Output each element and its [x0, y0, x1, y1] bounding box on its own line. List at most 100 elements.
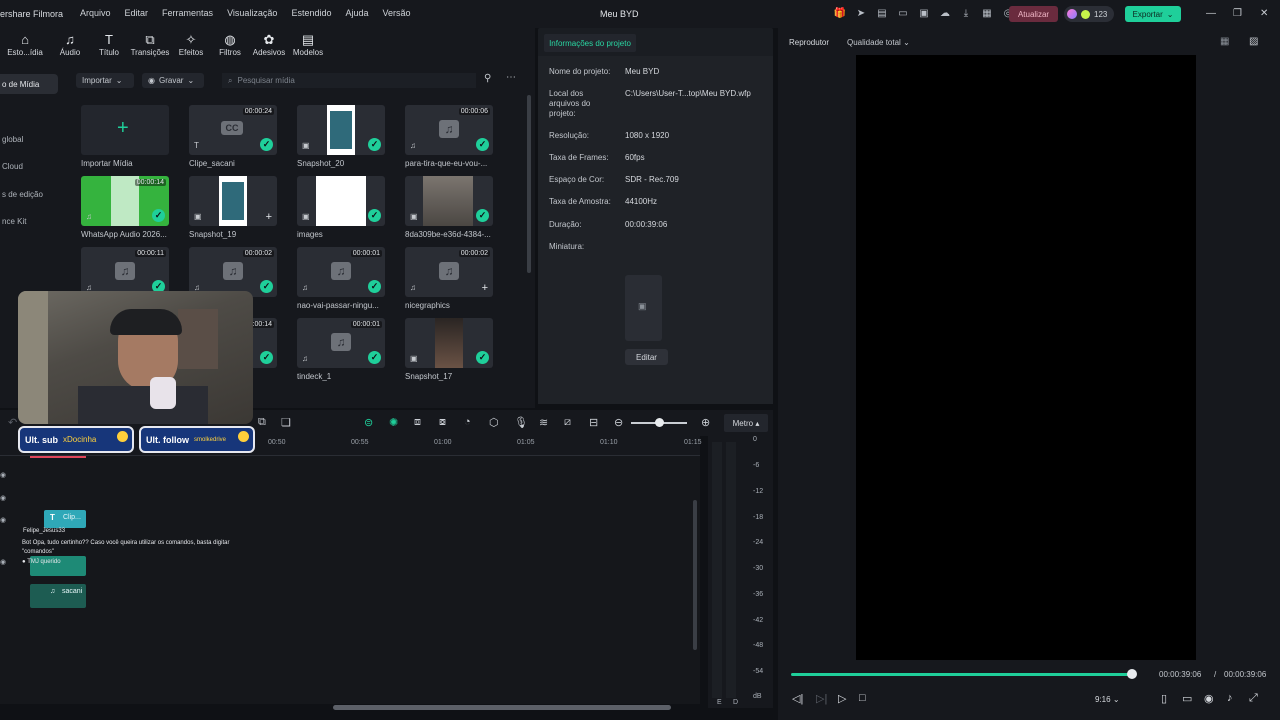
- update-button[interactable]: Atualizar: [1009, 6, 1058, 22]
- add-icon[interactable]: +: [266, 211, 272, 223]
- speed-icon[interactable]: ◔: [464, 416, 471, 428]
- snapshot-image: [222, 182, 244, 220]
- filter-icon: ◍: [224, 32, 236, 47]
- close-icon[interactable]: ✕: [1260, 8, 1268, 19]
- media-item-label: nao-vai-passar-ningu...: [297, 301, 379, 310]
- image-icon: ▣: [410, 212, 418, 221]
- prev-frame-icon[interactable]: ◁|: [792, 692, 803, 705]
- maximize-icon[interactable]: ❐: [1233, 8, 1242, 19]
- stop-icon[interactable]: □: [859, 692, 866, 704]
- tool-templates[interactable]: ▤ Modelos: [286, 32, 330, 57]
- tool-stickers[interactable]: ✿ Adesivos: [247, 32, 291, 57]
- replace-icon[interactable]: ⧄: [564, 416, 571, 429]
- next-frame-icon[interactable]: ▷|: [816, 692, 827, 705]
- menu-visualizacao[interactable]: Visualização: [227, 8, 277, 18]
- layout-icon[interactable]: ▭: [897, 7, 909, 19]
- edit-thumbnail-button[interactable]: Editar: [625, 349, 668, 365]
- crop-icon[interactable]: ⧉: [258, 416, 266, 429]
- split-icon[interactable]: ⊟: [589, 416, 598, 429]
- check-icon: ✓: [476, 138, 489, 151]
- ai-toggle-icon[interactable]: ⊜: [364, 416, 373, 429]
- webcam-cup: [150, 377, 176, 409]
- tab-project-info[interactable]: Informações do projeto: [544, 34, 636, 52]
- gift-icon[interactable]: 🎁: [834, 7, 846, 19]
- sidebar-item-media[interactable]: o de Mídia: [0, 74, 58, 94]
- tool-audio[interactable]: ♫ Áudio: [48, 32, 92, 57]
- check-icon: ✓: [368, 351, 381, 364]
- menu-editar[interactable]: Editar: [125, 8, 149, 18]
- sidebar-item-kit[interactable]: nce Kit: [0, 211, 58, 231]
- audio-clip[interactable]: ♫ sacani: [30, 584, 86, 608]
- render-icon[interactable]: ⧇: [439, 416, 446, 429]
- tool-media[interactable]: ⌂ Esto...ídia: [3, 32, 47, 57]
- display-icon[interactable]: ▭: [1182, 692, 1192, 705]
- minimize-icon[interactable]: —: [1206, 8, 1216, 19]
- snap-icon[interactable]: ✺: [389, 416, 398, 429]
- subtitle-icon[interactable]: ≋: [539, 416, 548, 429]
- menu-estendido[interactable]: Estendido: [291, 8, 331, 18]
- meter-tick: -18: [753, 514, 764, 521]
- timeline-hscroll[interactable]: [333, 705, 671, 710]
- playhead[interactable]: [30, 456, 86, 458]
- zoom-in-icon[interactable]: ⊕: [701, 416, 710, 429]
- eye-icon[interactable]: ◉: [0, 494, 6, 502]
- tool-label: Adesivos: [252, 48, 286, 57]
- white-image: [316, 176, 366, 226]
- media-scrollbar[interactable]: [527, 95, 531, 273]
- eye-icon[interactable]: ◉: [0, 516, 6, 524]
- sidebar-item-cloud[interactable]: Cloud: [0, 156, 58, 176]
- mic-icon[interactable]: 🎙: [514, 416, 528, 429]
- zoom-knob[interactable]: [655, 418, 664, 427]
- title-clip[interactable]: T Clip...: [44, 510, 86, 528]
- zoom-out-icon[interactable]: ⊖: [614, 416, 623, 429]
- auto-icon[interactable]: ⧈: [414, 416, 421, 429]
- download-icon[interactable]: ⤓: [960, 7, 972, 19]
- tool-transitions[interactable]: ⧉ Transições: [128, 32, 172, 57]
- mark-icon[interactable]: ▯: [1161, 692, 1167, 705]
- apps-icon[interactable]: ▦: [981, 7, 993, 19]
- copy-icon[interactable]: ❏: [281, 416, 291, 429]
- tool-title[interactable]: T Título: [87, 32, 131, 57]
- snapshot-icon[interactable]: ▨: [1249, 36, 1258, 47]
- transition-icon: ⧉: [145, 32, 155, 47]
- timeline-vscroll[interactable]: [693, 500, 697, 650]
- search-input[interactable]: ⌕ Pesquisar mídia: [222, 73, 476, 88]
- quality-dropdown[interactable]: Qualidade total ⌄: [847, 38, 910, 47]
- aspect-ratio-dropdown[interactable]: 9:16 ⌄: [1095, 695, 1120, 704]
- feedback-icon[interactable]: ▤: [876, 7, 888, 19]
- send-icon[interactable]: ➤: [855, 7, 867, 19]
- sidebar-item-editing[interactable]: s de edição: [0, 184, 58, 204]
- menu-ferramentas[interactable]: Ferramentas: [162, 8, 213, 18]
- tool-filters[interactable]: ◍ Filtros: [208, 32, 252, 57]
- record-dropdown[interactable]: ◉ Gravar ⌄: [142, 73, 204, 88]
- fullscreen-icon[interactable]: ⤢: [1249, 692, 1258, 705]
- credits-badge[interactable]: 123: [1064, 6, 1114, 22]
- grid-view-icon[interactable]: ▦: [1220, 36, 1229, 47]
- menu-versao[interactable]: Versão: [383, 8, 411, 18]
- camera-icon[interactable]: ◉: [1204, 692, 1214, 705]
- import-dropdown[interactable]: Importar ⌄: [76, 73, 134, 88]
- menu-ajuda[interactable]: Ajuda: [345, 8, 368, 18]
- marker-icon[interactable]: ⬡: [489, 416, 499, 429]
- meter-dropdown[interactable]: Metro ▴: [724, 414, 768, 432]
- save-icon[interactable]: ▣: [918, 7, 930, 19]
- add-icon[interactable]: +: [482, 282, 488, 294]
- eye-icon[interactable]: ◉: [0, 558, 6, 566]
- play-icon[interactable]: ▷: [838, 692, 846, 705]
- undo-icon[interactable]: ↶: [8, 416, 17, 429]
- playback-scrubber[interactable]: [1127, 669, 1137, 679]
- playback-progress[interactable]: [791, 673, 1133, 676]
- export-button[interactable]: Exportar ⌄: [1125, 6, 1181, 22]
- more-icon[interactable]: ⋯: [506, 72, 516, 83]
- chat-message: Bot Opa, tudo certinho?? Caso você queir…: [22, 539, 252, 557]
- avatar-icon: [1067, 9, 1077, 19]
- sidebar-item-global[interactable]: global: [0, 129, 58, 149]
- filter-icon[interactable]: ⚲: [484, 73, 491, 84]
- tool-effects[interactable]: ✧ Efeitos: [169, 32, 213, 57]
- timeline-tracks[interactable]: ◉ ◉ ◉ ◉ T Clip... ♫ sacani: [0, 456, 700, 704]
- menu-arquivo[interactable]: Arquivo: [80, 8, 111, 18]
- volume-icon[interactable]: ♪: [1227, 692, 1233, 704]
- eye-icon[interactable]: ◉: [0, 471, 6, 479]
- cloud-icon[interactable]: ☁: [939, 7, 951, 19]
- chat-text: TMJ querido: [27, 559, 61, 565]
